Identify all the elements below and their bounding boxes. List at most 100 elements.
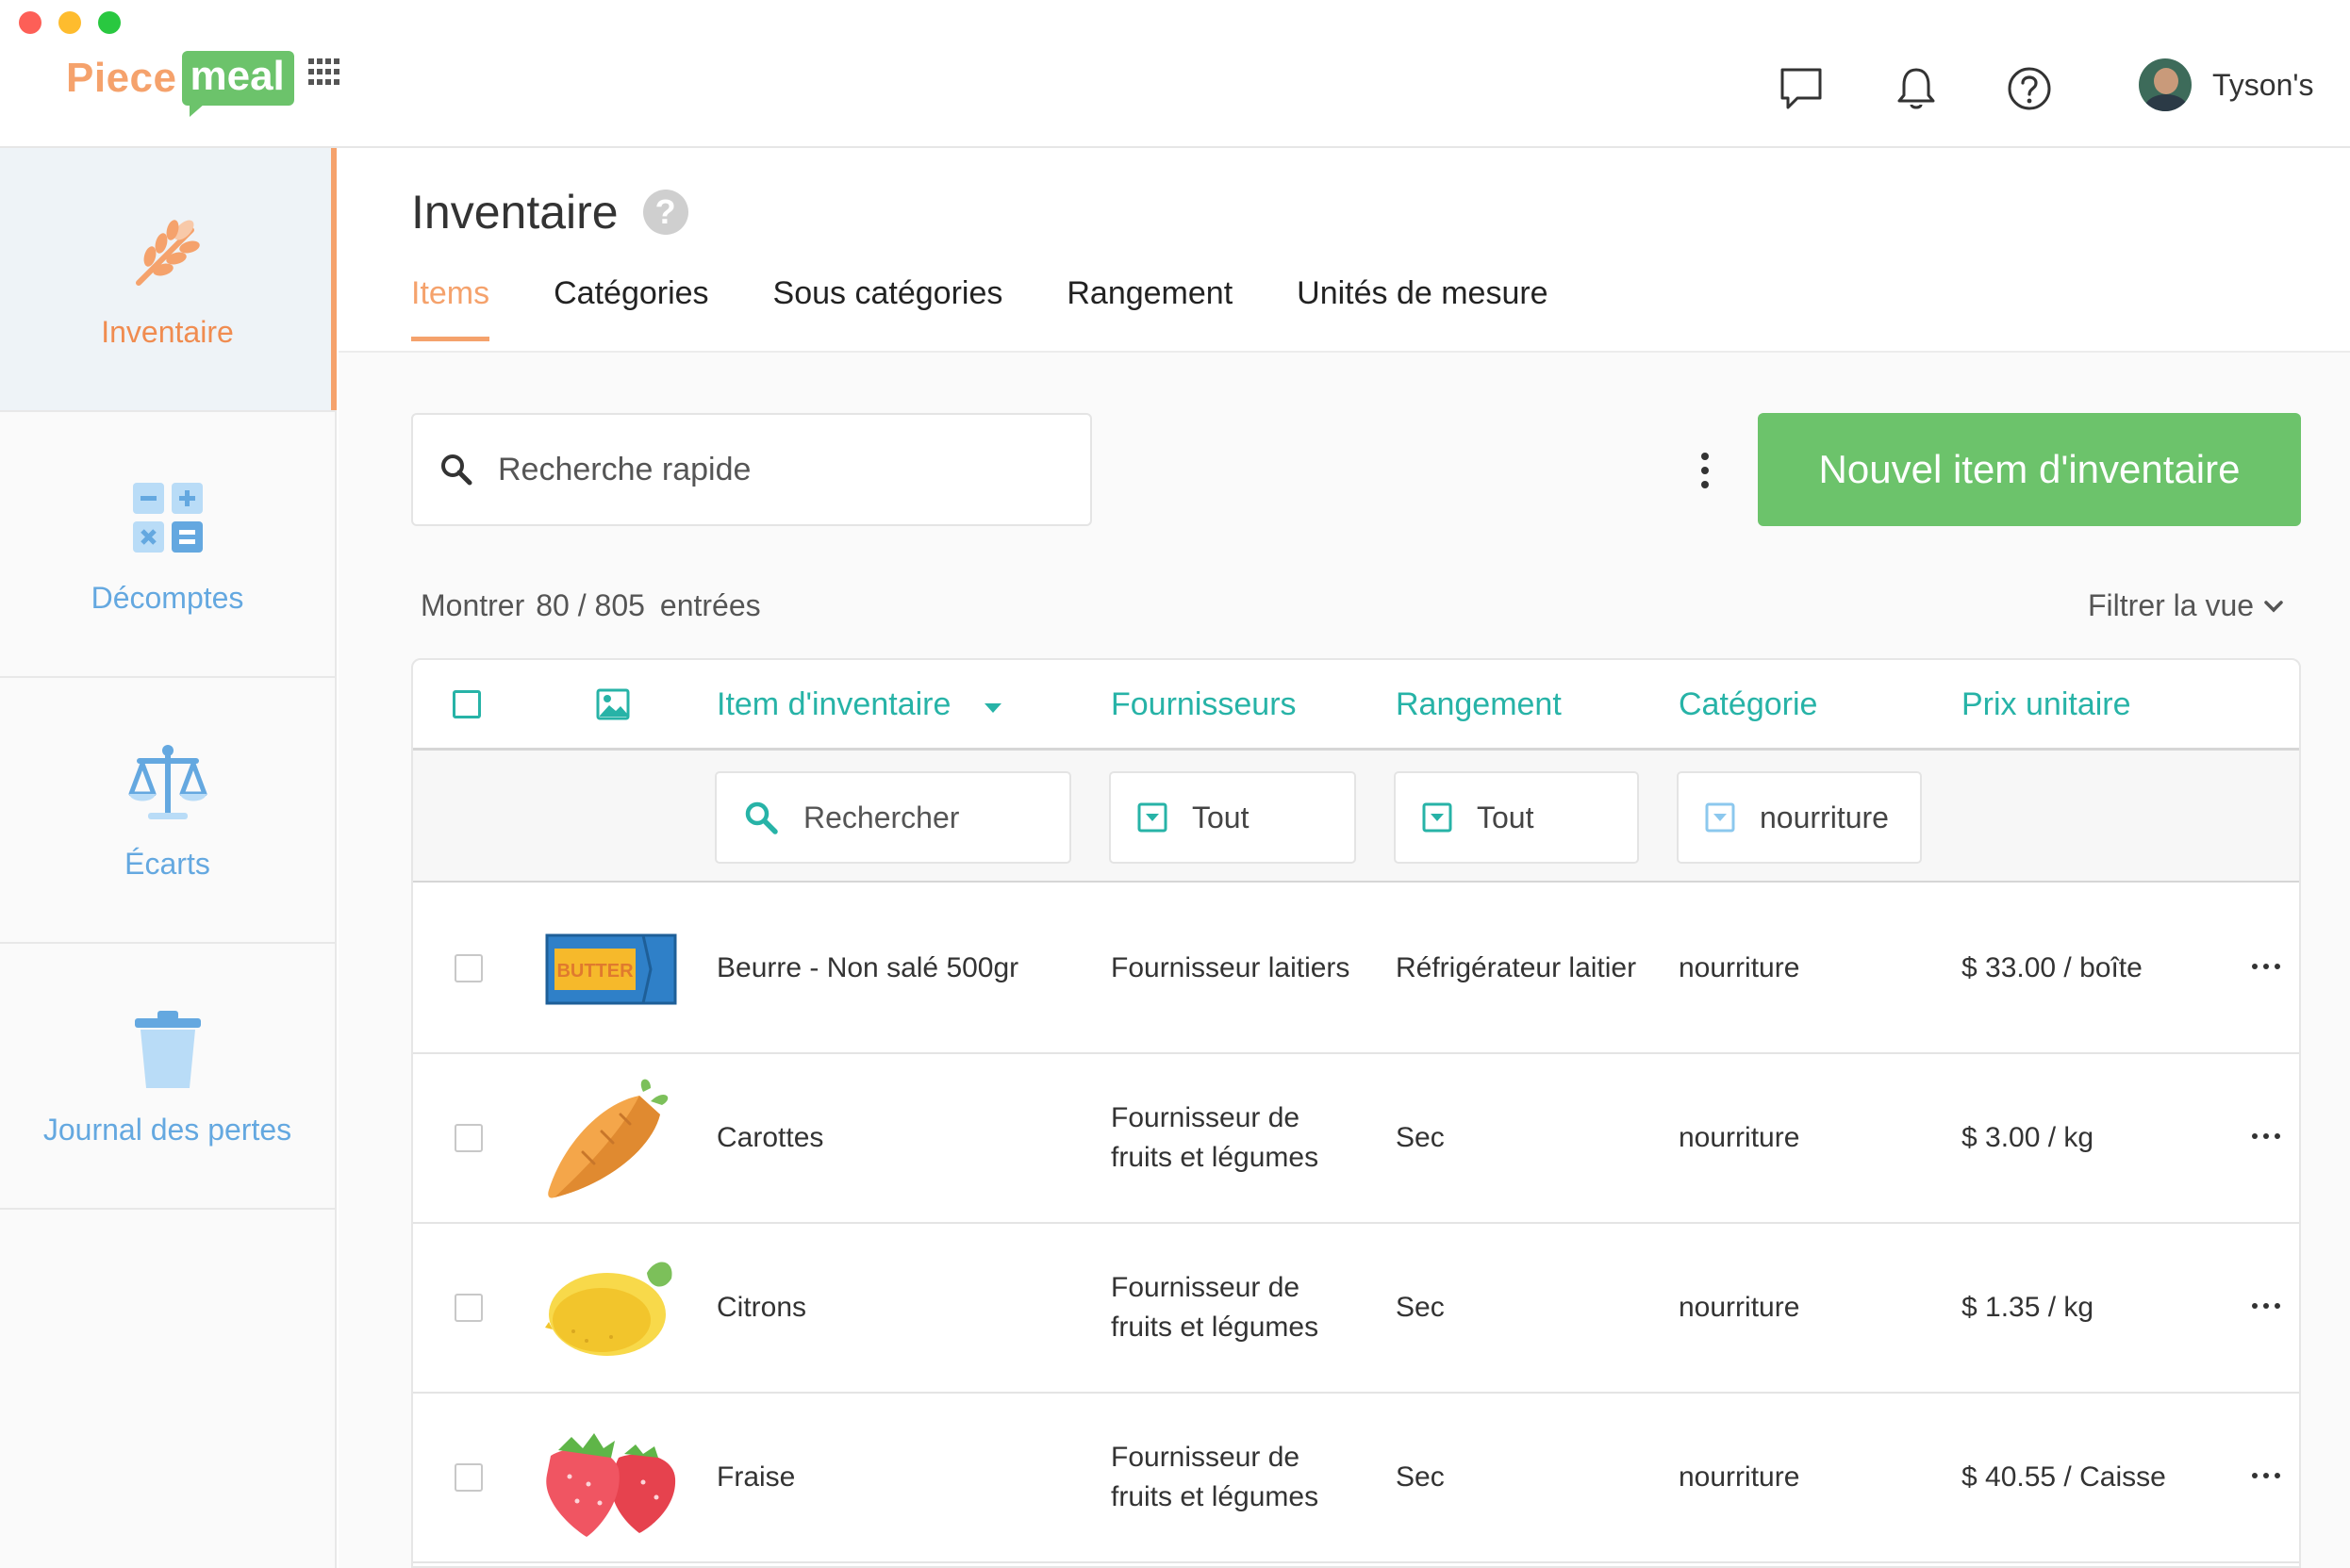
- row-actions-icon[interactable]: [2252, 964, 2280, 971]
- dropdown-box-icon: [1422, 802, 1452, 833]
- top-header: Piece meal Tyson's: [0, 0, 2350, 148]
- tab-categories[interactable]: Catégories: [554, 275, 708, 341]
- strawberry-icon: [546, 1433, 676, 1537]
- tab-rangement[interactable]: Rangement: [1067, 275, 1233, 341]
- table-row[interactable]: Fraise Fournisseur de fruits et légumes …: [413, 1394, 2299, 1563]
- butter-icon: BUTTER: [545, 933, 677, 1005]
- chat-icon[interactable]: [1777, 64, 1826, 113]
- row-price: $ 3.00 / kg: [1961, 1122, 2094, 1153]
- tab-bar: Items Catégories Sous catégories Rangeme…: [411, 275, 1613, 341]
- help-icon[interactable]: [2005, 64, 2054, 113]
- row-category: nourriture: [1679, 1122, 1800, 1153]
- row-price: $ 40.55 / Caisse: [1961, 1461, 2166, 1493]
- search-icon: [745, 801, 778, 834]
- chevron-down-icon: [2264, 600, 2283, 612]
- storage-filter-select[interactable]: Tout: [1394, 771, 1639, 864]
- tab-items[interactable]: Items: [411, 275, 490, 341]
- item-filter-placeholder: Rechercher: [803, 800, 960, 834]
- row-actions-icon[interactable]: [2252, 1303, 2280, 1311]
- row-actions-icon[interactable]: [2252, 1133, 2280, 1141]
- bell-icon[interactable]: [1892, 64, 1941, 113]
- column-header-suppliers[interactable]: Fournisseurs: [1111, 686, 1297, 723]
- window-minimize-button[interactable]: [58, 11, 81, 34]
- row-storage: Réfrigérateur laitier: [1396, 952, 1637, 983]
- row-supplier-line1: Fournisseur de: [1111, 1272, 1300, 1303]
- tab-unites-de-mesure[interactable]: Unités de mesure: [1297, 275, 1547, 341]
- help-circle-icon[interactable]: ?: [642, 190, 688, 235]
- page-title: Inventaire ?: [411, 185, 688, 239]
- dropdown-box-icon: [1137, 802, 1167, 833]
- row-price: $ 33.00 / boîte: [1961, 952, 2143, 983]
- apps-grid-icon[interactable]: [308, 58, 340, 87]
- sidebar-item-label: Inventaire: [101, 314, 234, 349]
- row-category: nourriture: [1679, 952, 1800, 983]
- filter-row: Rechercher Tout Tout nourriture: [413, 751, 2299, 883]
- page-title-text: Inventaire: [411, 186, 619, 239]
- avatar: [2139, 58, 2192, 111]
- logo-text-piece: Piece: [66, 55, 177, 101]
- sidebar-item-label: Journal des pertes: [42, 1112, 292, 1147]
- table-row[interactable]: BUTTER Beurre - Non salé 500gr Fournisse…: [413, 884, 2299, 1054]
- row-supplier: Fournisseur laitiers: [1111, 952, 1350, 983]
- scale-icon: [128, 744, 207, 819]
- row-supplier: Fournisseur de fruits et légumes: [1111, 1098, 1318, 1178]
- wheat-icon: [135, 219, 200, 286]
- entries-number[interactable]: 80 / 805: [536, 588, 645, 623]
- category-filter-value: nourriture: [1760, 800, 1889, 834]
- user-name: Tyson's: [2212, 67, 2314, 102]
- sidebar: Inventaire Décomptes Écarts Journal des …: [0, 148, 337, 1568]
- filter-view-dropdown[interactable]: Filtrer la vue: [2088, 588, 2284, 623]
- sidebar-item-ecarts[interactable]: Écarts: [0, 680, 335, 944]
- table-header: Item d'inventaire Fournisseurs Rangement…: [413, 660, 2299, 751]
- entries-suffix: entrées: [659, 588, 761, 622]
- row-item-name[interactable]: Beurre - Non salé 500gr: [717, 949, 1018, 988]
- row-supplier: Fournisseur de fruits et légumes: [1111, 1438, 1318, 1517]
- column-header-category[interactable]: Catégorie: [1679, 686, 1817, 723]
- table-row[interactable]: Citrons Fournisseur de fruits et légumes…: [413, 1224, 2299, 1394]
- sidebar-item-label: Écarts: [124, 846, 210, 881]
- row-checkbox[interactable]: [455, 1294, 483, 1322]
- row-category: nourriture: [1679, 1461, 1800, 1493]
- window-maximize-button[interactable]: [98, 11, 121, 34]
- new-inventory-item-button[interactable]: Nouvel item d'inventaire: [1758, 413, 2301, 526]
- item-filter-search[interactable]: Rechercher: [715, 771, 1071, 864]
- quick-search-input[interactable]: [498, 451, 1026, 488]
- suppliers-filter-select[interactable]: Tout: [1109, 771, 1356, 864]
- tabs-divider: [339, 351, 2350, 353]
- row-item-name[interactable]: Citrons: [717, 1288, 806, 1328]
- column-header-item[interactable]: Item d'inventaire: [717, 686, 1003, 723]
- row-supplier-line2: fruits et légumes: [1111, 1481, 1319, 1512]
- tab-sous-categories[interactable]: Sous catégories: [773, 275, 1003, 341]
- column-header-item-label: Item d'inventaire: [717, 686, 952, 722]
- row-checkbox[interactable]: [455, 954, 483, 982]
- user-menu[interactable]: Tyson's: [2139, 58, 2313, 111]
- row-item-name[interactable]: Fraise: [717, 1458, 795, 1497]
- sidebar-item-inventaire[interactable]: Inventaire: [0, 148, 337, 412]
- row-supplier-line1: Fournisseur de: [1111, 1442, 1300, 1473]
- more-options-icon[interactable]: [1688, 447, 1722, 494]
- column-header-storage[interactable]: Rangement: [1396, 686, 1562, 723]
- row-checkbox[interactable]: [455, 1124, 483, 1152]
- row-actions-icon[interactable]: [2252, 1473, 2280, 1480]
- column-header-price[interactable]: Prix unitaire: [1961, 686, 2131, 723]
- row-storage: Sec: [1396, 1122, 1445, 1153]
- entries-count: Montrer 80 / 805 entrées: [421, 588, 761, 623]
- image-icon[interactable]: [596, 688, 630, 720]
- inventory-table: Item d'inventaire Fournisseurs Rangement…: [411, 658, 2301, 1568]
- window-close-button[interactable]: [19, 11, 41, 34]
- row-item-name[interactable]: Carottes: [717, 1118, 823, 1158]
- category-filter-select[interactable]: nourriture: [1677, 771, 1922, 864]
- sidebar-item-decomptes[interactable]: Décomptes: [0, 414, 335, 678]
- select-all-checkbox[interactable]: [453, 690, 481, 718]
- row-checkbox[interactable]: [455, 1463, 483, 1492]
- carrot-icon: [548, 1079, 669, 1198]
- sidebar-item-label: Décomptes: [91, 580, 244, 615]
- table-row[interactable]: Carottes Fournisseur de fruits et légume…: [413, 1054, 2299, 1224]
- dropdown-box-icon: [1705, 802, 1735, 833]
- logo-text-meal: meal: [182, 51, 294, 117]
- lemon-icon: [545, 1262, 672, 1356]
- search-icon: [441, 454, 472, 486]
- app-logo[interactable]: Piece meal: [66, 49, 294, 117]
- sidebar-item-journal-des-pertes[interactable]: Journal des pertes: [0, 946, 335, 1210]
- butter-label: BUTTER: [556, 961, 634, 982]
